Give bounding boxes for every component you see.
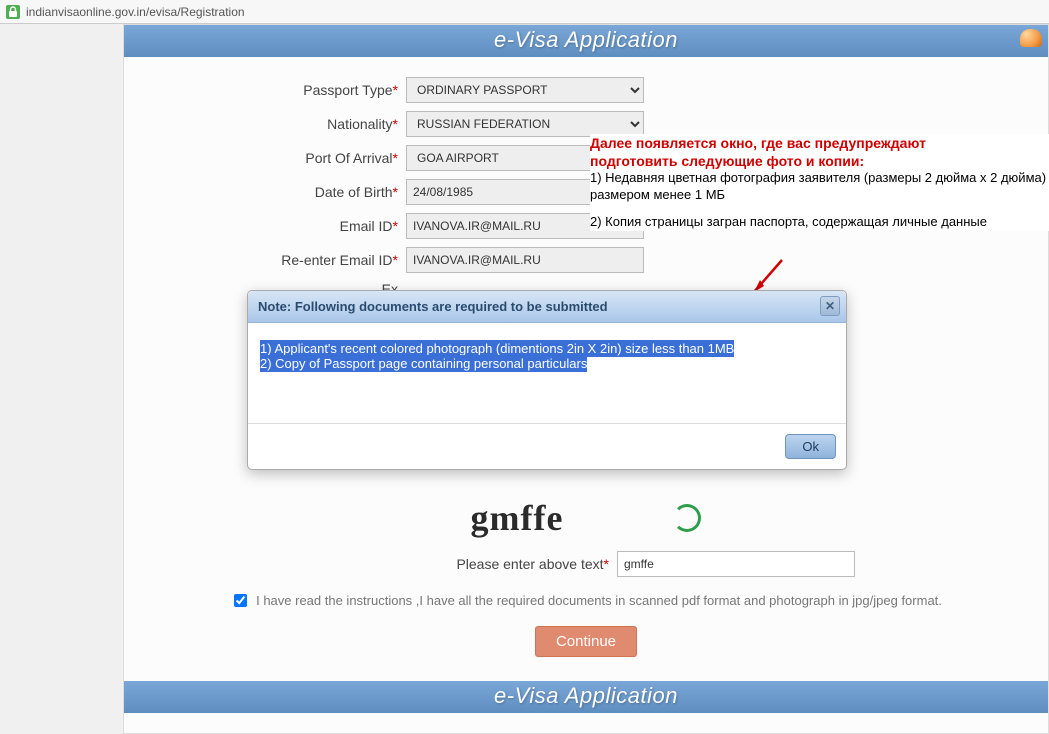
passport-type-select[interactable]: ORDINARY PASSPORT bbox=[406, 77, 644, 103]
banner-title: e-Visa Application bbox=[494, 27, 678, 52]
agree-checkbox[interactable] bbox=[234, 594, 247, 607]
modal-body: 1) Applicant's recent colored photograph… bbox=[248, 323, 846, 423]
captcha-input[interactable] bbox=[617, 551, 855, 577]
url-text: indianvisaonline.gov.in/evisa/Registrati… bbox=[26, 5, 245, 19]
label-email2: Re-enter Email ID bbox=[281, 252, 392, 268]
label-captcha-enter: Please enter above text bbox=[456, 556, 603, 572]
email2-input[interactable] bbox=[406, 247, 644, 273]
label-email: Email ID bbox=[340, 218, 393, 234]
modal-title-bar: Note: Following documents are required t… bbox=[248, 291, 846, 323]
annotation-item-2: 2) Копия страницы загран паспорта, содер… bbox=[590, 214, 1049, 231]
annotation-red-1: Далее появляется окно, где вас предупреж… bbox=[590, 134, 1049, 152]
annotation-overlay: Далее появляется окно, где вас предупреж… bbox=[590, 134, 1049, 231]
banner-bottom: e-Visa Application bbox=[124, 681, 1048, 713]
modal-title: Note: Following documents are required t… bbox=[258, 299, 608, 314]
label-passport-type: Passport Type bbox=[303, 82, 392, 98]
modal-line-2: 2) Copy of Passport page containing pers… bbox=[260, 355, 587, 372]
agree-text: I have read the instructions ,I have all… bbox=[256, 593, 942, 608]
lock-icon bbox=[6, 5, 20, 19]
home-icon[interactable] bbox=[1020, 29, 1042, 47]
label-dob: Date of Birth bbox=[315, 184, 393, 200]
annotation-red-2: подготовить следующие фото и копии: bbox=[590, 152, 1049, 170]
label-port: Port Of Arrival bbox=[305, 150, 392, 166]
refresh-captcha-icon[interactable] bbox=[673, 504, 701, 532]
annotation-item-1: 1) Недавняя цветная фотография заявителя… bbox=[590, 170, 1049, 204]
banner-top: e-Visa Application bbox=[124, 25, 1048, 57]
modal-close-button[interactable]: ✕ bbox=[820, 296, 840, 316]
modal-ok-button[interactable]: Ok bbox=[785, 434, 836, 459]
label-nationality: Nationality bbox=[327, 116, 392, 132]
continue-button[interactable]: Continue bbox=[535, 626, 637, 657]
address-bar[interactable]: indianvisaonline.gov.in/evisa/Registrati… bbox=[0, 0, 1049, 24]
captcha-image: gmffe bbox=[471, 497, 564, 539]
modal-dialog: Note: Following documents are required t… bbox=[247, 290, 847, 470]
